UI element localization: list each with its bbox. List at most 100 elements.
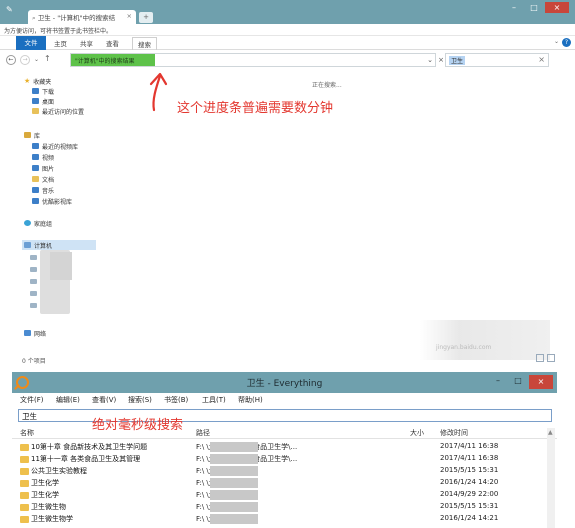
ev-minimize-button[interactable]: –	[489, 375, 507, 386]
tab-view[interactable]: 查看	[106, 38, 119, 48]
nav-videos[interactable]: 视频	[32, 152, 54, 162]
column-name[interactable]: 名称	[20, 428, 34, 438]
nav-label: 最近的视频库	[42, 143, 79, 151]
clear-search-icon[interactable]: ×	[538, 55, 545, 64]
row-name: 11第十一章 各类食品卫生及其管理	[20, 454, 140, 464]
up-icon[interactable]: ↑	[44, 54, 51, 63]
results-scrollbar[interactable]: ▲	[547, 428, 555, 528]
explorer-title-bar: ✎ ⌕ 卫生 - "计算机"中的搜索结 × + – □ ×	[0, 0, 575, 24]
network-icon	[24, 330, 31, 336]
blurred-path-segment	[210, 514, 258, 524]
tab-home[interactable]: 主页	[54, 38, 67, 48]
watermark-blur	[420, 320, 550, 360]
large-icons-view-icon[interactable]	[547, 354, 555, 362]
table-row[interactable]: 卫生化学F:\ \大三上2014/9/29 22:00	[12, 489, 544, 501]
nav-youku[interactable]: 优酷影视库	[32, 196, 72, 206]
column-size[interactable]: 大小	[410, 428, 424, 438]
close-button[interactable]: ×	[545, 2, 569, 13]
nav-recent[interactable]: 最近访问的位置	[32, 106, 84, 116]
drive-icon	[30, 302, 37, 308]
chevron-down-icon[interactable]: ⌄	[554, 38, 559, 45]
column-path[interactable]: 路径	[196, 428, 210, 438]
nav-drive-2[interactable]	[30, 264, 37, 274]
details-view-icon[interactable]	[536, 354, 544, 362]
menu-edit[interactable]: 编辑(E)	[56, 395, 80, 405]
blurred-path-segment	[210, 478, 258, 488]
close-tab-icon[interactable]: ×	[127, 12, 132, 20]
nav-label: 图片	[42, 165, 55, 173]
nav-label: 优酷影视库	[42, 198, 73, 206]
table-row[interactable]: 卫生微生物学F:\ \大三上2016/1/24 14:21	[12, 513, 544, 525]
blurred-path-segment	[210, 454, 258, 464]
menu-file[interactable]: 文件(F)	[20, 395, 44, 405]
table-row[interactable]: 11第十一章 各类食品卫生及其管理F:\ \大四下\营养与食品卫生学\...20…	[12, 453, 544, 465]
blurred-path-segment	[210, 490, 258, 500]
row-name-text: 公共卫生实验教程	[31, 467, 87, 475]
nav-recent-library[interactable]: 最近的视频库	[32, 141, 78, 151]
video-library-icon	[32, 143, 39, 149]
explorer-tab[interactable]: ⌕ 卫生 - "计算机"中的搜索结 ×	[28, 10, 136, 24]
nav-label: 计算机	[34, 242, 53, 250]
menu-tools[interactable]: 工具(T)	[202, 395, 226, 405]
picture-icon	[32, 165, 39, 171]
recent-chevron-icon[interactable]: ⌄	[34, 56, 39, 63]
nav-libraries[interactable]: 库	[24, 130, 40, 140]
nav-computer[interactable]: 计算机	[22, 240, 96, 250]
menu-bookmarks[interactable]: 书签(B)	[164, 395, 188, 405]
search-box[interactable]: 卫生 ×	[445, 53, 549, 67]
nav-desktop[interactable]: 桌面	[32, 96, 54, 106]
nav-label: 下载	[42, 88, 55, 96]
nav-drive-4[interactable]	[30, 288, 37, 298]
maximize-button[interactable]: □	[525, 2, 543, 13]
ev-maximize-button[interactable]: □	[509, 375, 527, 386]
address-bar[interactable]: "计算机"中的搜索结果	[70, 53, 436, 67]
column-modified[interactable]: 修改时间	[440, 428, 468, 438]
nav-music[interactable]: 音乐	[32, 185, 54, 195]
menu-view[interactable]: 查看(V)	[92, 395, 116, 405]
nav-drive-1[interactable]	[30, 252, 37, 262]
row-name: 公共卫生实验教程	[20, 466, 87, 476]
nav-drive-5[interactable]	[30, 300, 37, 310]
table-row[interactable]: 10第十章 食品新技术及其卫生学问题F:\ \大四下\营养与食品卫生学\...2…	[12, 441, 544, 453]
ev-close-button[interactable]: ×	[529, 375, 553, 389]
minimize-button[interactable]: –	[505, 2, 523, 13]
row-modified: 2015/5/15 15:31	[440, 502, 499, 510]
tab-file[interactable]: 文件	[16, 36, 46, 50]
nav-pictures[interactable]: 图片	[32, 163, 54, 173]
pin-icon[interactable]: ✎	[6, 5, 13, 14]
help-icon[interactable]: ?	[562, 38, 571, 47]
nav-documents[interactable]: 文档	[32, 174, 54, 184]
table-row[interactable]: 公共卫生实验教程F:\ \大三上\2015/5/15 15:31	[12, 465, 544, 477]
nav-favorites[interactable]: ★ 收藏夹	[24, 76, 51, 86]
nav-downloads[interactable]: 下载	[32, 86, 54, 96]
search-value: 卫生	[449, 56, 466, 65]
new-tab-button[interactable]: +	[139, 12, 153, 23]
address-dropdown-icon[interactable]: ⌄	[425, 53, 435, 67]
scroll-up-icon[interactable]: ▲	[548, 429, 553, 436]
forward-icon[interactable]: →	[20, 55, 30, 65]
folder-search-icon: ⌕	[32, 14, 36, 22]
row-modified: 2017/4/11 16:38	[440, 442, 499, 450]
tab-share[interactable]: 共享	[80, 38, 93, 48]
back-icon[interactable]: ←	[6, 55, 16, 65]
nav-network[interactable]: 网络	[24, 328, 46, 338]
everything-title-bar: 卫生 - Everything – □ ×	[12, 372, 557, 393]
row-name: 卫生化学	[20, 478, 59, 488]
menu-help[interactable]: 帮助(H)	[238, 395, 263, 405]
blurred-path-segment	[210, 502, 258, 512]
row-name-text: 卫生化学	[31, 479, 59, 487]
folder-icon	[20, 455, 29, 463]
nav-drive-3[interactable]	[30, 276, 37, 286]
blurred-path-segment	[210, 466, 258, 476]
row-modified: 2016/1/24 14:20	[440, 478, 499, 486]
menu-search[interactable]: 搜索(S)	[128, 395, 152, 405]
nav-homegroup[interactable]: 家庭组	[24, 218, 52, 228]
recent-places-icon	[32, 108, 39, 114]
table-row[interactable]: 卫生化学F:\ \大三上2016/1/24 14:20	[12, 477, 544, 489]
tab-search[interactable]: 搜索	[132, 37, 157, 50]
homegroup-icon	[24, 220, 31, 226]
table-row[interactable]: 卫生微生物F:\ \大三上2015/5/15 15:31	[12, 501, 544, 513]
document-icon	[32, 176, 39, 182]
nav-label: 桌面	[42, 98, 55, 106]
explorer-window: ✎ ⌕ 卫生 - "计算机"中的搜索结 × + – □ × 为方便访问，可将书签…	[0, 0, 575, 372]
